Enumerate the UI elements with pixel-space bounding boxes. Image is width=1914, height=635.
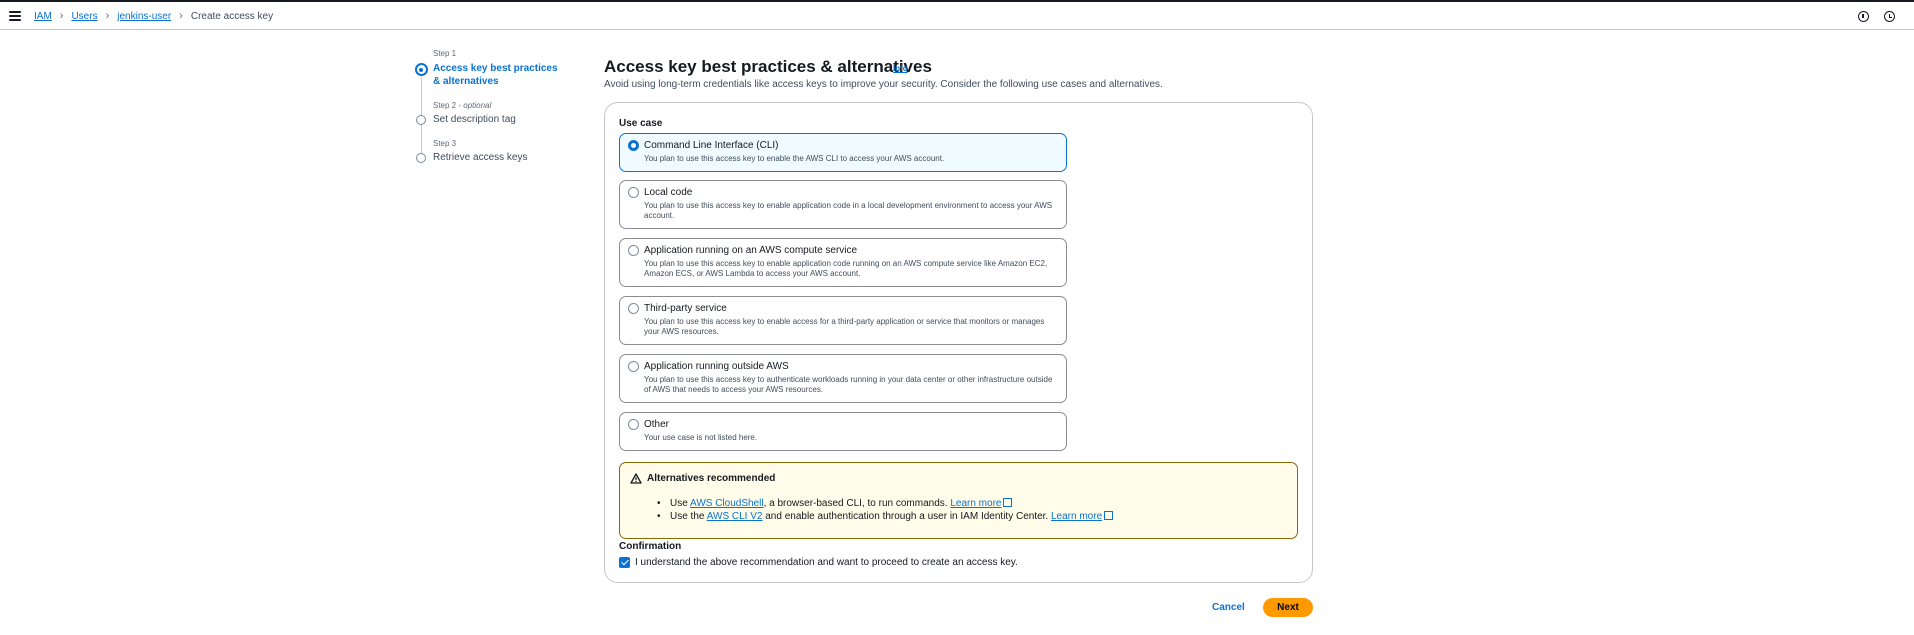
step-1-label: Step 1 (433, 49, 457, 58)
alert-title: Alternatives recommended (647, 473, 776, 484)
chevron-right-icon: › (179, 10, 183, 22)
info-link[interactable]: Info (893, 64, 908, 73)
step-3-icon (416, 153, 426, 163)
confirmation-checkbox[interactable] (619, 557, 630, 568)
breadcrumb: IAM › Users › jenkins-user › Create acce… (34, 10, 273, 22)
radio-icon[interactable] (628, 303, 639, 314)
radio-icon[interactable] (628, 245, 639, 256)
radio-icon[interactable] (628, 419, 639, 430)
option-description: You plan to use this access key to enabl… (644, 317, 1045, 336)
option-description: You plan to use this access key to authe… (644, 375, 1053, 394)
alert-list: Use AWS CloudShell, a browser-based CLI,… (653, 497, 1114, 523)
breadcrumb-iam[interactable]: IAM (34, 11, 52, 22)
confirmation-label: Confirmation (619, 541, 682, 552)
breadcrumb-current: Create access key (190, 10, 274, 22)
option-title: Application running outside AWS (644, 361, 789, 372)
page-description: Avoid using long-term credentials like a… (604, 79, 1163, 90)
learn-more-link[interactable]: Learn more (950, 498, 1001, 509)
radio-checked-icon[interactable] (628, 140, 639, 151)
step-3-title: Retrieve access keys (433, 152, 528, 163)
info-panel-icon[interactable] (1858, 11, 1869, 22)
page-title: Access key best practices & alternatives (604, 57, 932, 76)
warning-icon (630, 473, 642, 484)
next-button[interactable]: Next (1263, 598, 1313, 617)
chevron-right-icon: › (105, 10, 110, 22)
radio-icon[interactable] (628, 361, 639, 372)
use-case-option-third-party[interactable]: Third-party service You plan to use this… (619, 296, 1067, 345)
breadcrumb-users[interactable]: Users (71, 11, 97, 22)
alternatives-alert: Alternatives recommended Use AWS CloudSh… (619, 462, 1298, 539)
step-2-title: Set description tag (433, 114, 516, 125)
option-title: Command Line Interface (CLI) (644, 140, 779, 151)
learn-more-link[interactable]: Learn more (1051, 511, 1102, 522)
step-1-title[interactable]: Access key best practices & alternatives (433, 62, 563, 88)
use-case-option-outside-aws[interactable]: Application running outside AWS You plan… (619, 354, 1067, 403)
step-3-label: Step 3 (433, 139, 457, 148)
alert-item-cloudshell: Use AWS CloudShell, a browser-based CLI,… (653, 497, 1113, 510)
option-title: Third-party service (644, 303, 727, 314)
use-case-option-aws-compute[interactable]: Application running on an AWS compute se… (619, 238, 1067, 287)
option-description: You plan to use this access key to enabl… (644, 154, 945, 163)
alert-text: and enable authentication through a user… (762, 511, 1051, 522)
cli-v2-link[interactable]: AWS CLI V2 (707, 511, 763, 522)
confirmation-text[interactable]: I understand the above recommendation an… (635, 557, 1018, 568)
alert-item-cli-v2: Use the AWS CLI V2 and enable authentica… (653, 510, 1114, 523)
cloudshell-link[interactable]: AWS CloudShell (690, 498, 764, 509)
option-description: You plan to use this access key to enabl… (644, 201, 1053, 220)
cancel-button[interactable]: Cancel (1204, 598, 1253, 617)
hamburger-menu-icon[interactable] (8, 9, 22, 23)
external-link-icon[interactable] (1003, 498, 1013, 507)
use-case-option-cli[interactable]: Command Line Interface (CLI) You plan to… (619, 133, 1067, 172)
alert-text: Use (670, 498, 691, 509)
alert-text: , a browser-based CLI, to run commands. (763, 498, 951, 509)
option-title: Local code (644, 187, 693, 198)
notifications-icon[interactable] (1884, 11, 1895, 22)
option-title: Application running on an AWS compute se… (644, 245, 858, 256)
use-case-label: Use case (619, 118, 663, 129)
top-navigation-bar: IAM › Users › jenkins-user › Create acce… (0, 2, 1914, 30)
step-1-active-icon (414, 63, 428, 76)
radio-icon[interactable] (628, 187, 639, 198)
chevron-right-icon: › (59, 10, 64, 22)
use-case-option-local-code[interactable]: Local code You plan to use this access k… (619, 180, 1067, 229)
step-2-label: Step 2 - optional (433, 101, 492, 110)
use-case-option-other[interactable]: Other Your use case is not listed here. (619, 412, 1067, 451)
option-title: Other (644, 419, 670, 430)
breadcrumb-jenkins-user[interactable]: jenkins-user (117, 11, 171, 22)
option-description: Your use case is not listed here. (644, 433, 758, 442)
option-description: You plan to use this access key to enabl… (644, 259, 1048, 278)
step-2-icon (416, 115, 426, 125)
external-link-icon[interactable] (1104, 511, 1114, 520)
alert-text: Use the (670, 511, 707, 522)
